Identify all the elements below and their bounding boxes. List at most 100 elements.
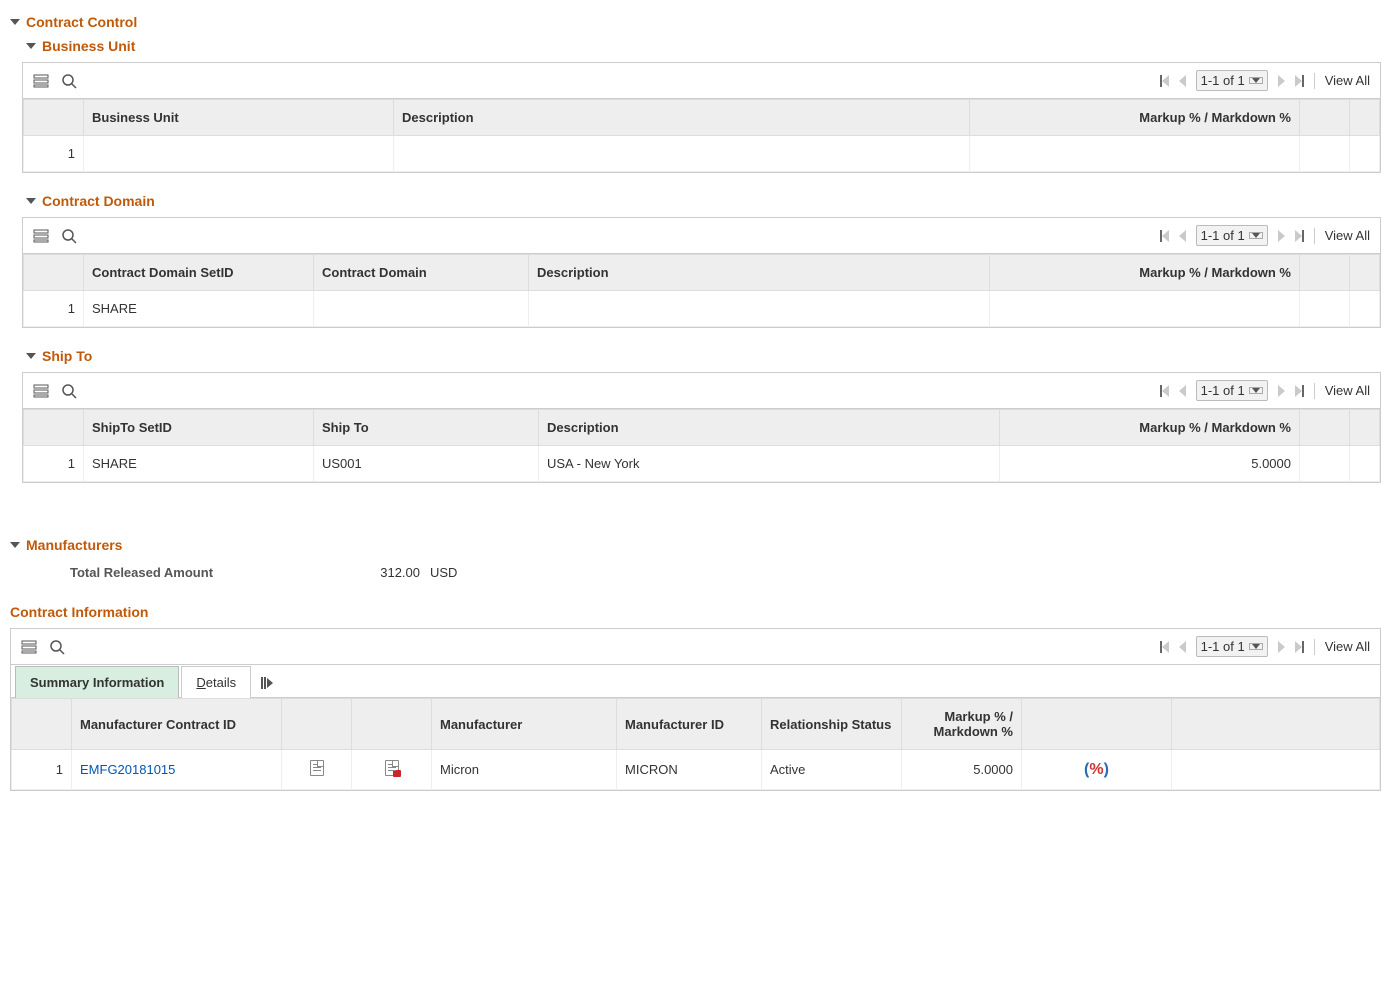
first-page-icon[interactable] [1160, 230, 1169, 242]
cell-action1[interactable] [1300, 136, 1350, 172]
pager-select[interactable]: 1-1 of 1 [1196, 70, 1268, 91]
cell-business-unit[interactable] [84, 136, 394, 172]
col-business-unit[interactable]: Business Unit [84, 100, 394, 136]
col-markup[interactable]: Markup % / Markdown % [970, 100, 1300, 136]
table-row: 1 [24, 136, 1380, 172]
divider [1314, 73, 1315, 89]
search-icon[interactable] [61, 383, 77, 399]
col-description[interactable]: Description [394, 100, 970, 136]
col-contract-id[interactable]: Manufacturer Contract ID [72, 699, 282, 750]
divider [1314, 383, 1315, 399]
cell-action2[interactable] [1350, 446, 1380, 482]
col-setid[interactable]: Contract Domain SetID [84, 255, 314, 291]
next-page-icon[interactable] [1278, 641, 1285, 653]
first-page-icon[interactable] [1160, 641, 1169, 653]
prev-page-icon[interactable] [1179, 75, 1186, 87]
document-alert-icon [385, 760, 399, 776]
prev-page-icon[interactable] [1179, 385, 1186, 397]
divider [1314, 639, 1315, 655]
pager-select[interactable]: 1-1 of 1 [1196, 380, 1268, 401]
last-page-icon[interactable] [1295, 230, 1304, 242]
cell-setid: SHARE [84, 291, 314, 327]
contract-id-link[interactable]: EMFG20181015 [80, 762, 175, 777]
section-header-ship-to[interactable]: Ship To [26, 344, 1381, 368]
col-relationship-status[interactable]: Relationship Status [762, 699, 902, 750]
cell-markup[interactable] [970, 136, 1300, 172]
cell-action2[interactable] [1350, 136, 1380, 172]
search-icon[interactable] [61, 228, 77, 244]
section-header-contract-domain[interactable]: Contract Domain [26, 189, 1381, 213]
last-page-icon[interactable] [1295, 641, 1304, 653]
col-domain[interactable]: Contract Domain [314, 255, 529, 291]
col-markup[interactable]: Markup % / Markdown % [990, 255, 1300, 291]
tab-details[interactable]: Details [181, 666, 251, 698]
cell-action1[interactable] [1300, 291, 1350, 327]
tab-label-rest: etails [206, 675, 236, 690]
cell-contract-id[interactable]: EMFG20181015 [72, 750, 282, 790]
col-description[interactable]: Description [539, 410, 1000, 446]
view-all-link[interactable]: View All [1325, 639, 1370, 654]
collapse-icon [26, 353, 36, 359]
tab-label: Summary Information [30, 675, 164, 690]
search-icon[interactable] [49, 639, 65, 655]
personalize-icon[interactable] [33, 73, 49, 89]
cell-document-icon[interactable] [282, 750, 352, 790]
pager-select[interactable]: 1-1 of 1 [1196, 225, 1268, 246]
contract-information-grid: 1-1 of 1 View All Summary Information De… [10, 628, 1381, 791]
col-description[interactable]: Description [529, 255, 990, 291]
cell-description [394, 136, 970, 172]
next-page-icon[interactable] [1278, 385, 1285, 397]
pager-select[interactable]: 1-1 of 1 [1196, 636, 1268, 657]
view-all-link[interactable]: View All [1325, 73, 1370, 88]
cell-markup[interactable] [990, 291, 1300, 327]
cell-percent-icon[interactable]: (%) [1022, 750, 1172, 790]
col-manufacturer-id[interactable]: Manufacturer ID [617, 699, 762, 750]
collapse-icon [10, 542, 20, 548]
section-header-business-unit[interactable]: Business Unit [26, 34, 1381, 58]
last-page-icon[interactable] [1295, 75, 1304, 87]
next-page-icon[interactable] [1278, 230, 1285, 242]
cell-markup[interactable]: 5.0000 [902, 750, 1022, 790]
prev-page-icon[interactable] [1179, 230, 1186, 242]
business-unit-grid: 1-1 of 1 View All Business Unit Descript… [22, 62, 1381, 173]
cell-action1[interactable] [1300, 446, 1350, 482]
col-shipto[interactable]: Ship To [314, 410, 539, 446]
cell-markup[interactable]: 5.0000 [1000, 446, 1300, 482]
first-page-icon[interactable] [1160, 385, 1169, 397]
table-row: 1 SHARE US001 USA - New York 5.0000 [24, 446, 1380, 482]
cell-domain[interactable] [314, 291, 529, 327]
section-header-contract-control[interactable]: Contract Control [10, 10, 1381, 34]
view-all-link[interactable]: View All [1325, 228, 1370, 243]
grid-tabs: Summary Information Details [11, 665, 1380, 698]
percent-swap-icon: (%) [1084, 761, 1109, 778]
prev-page-icon[interactable] [1179, 641, 1186, 653]
search-icon[interactable] [61, 73, 77, 89]
next-page-icon[interactable] [1278, 75, 1285, 87]
col-manufacturer[interactable]: Manufacturer [432, 699, 617, 750]
section-title: Ship To [42, 348, 92, 364]
contract-information-heading: Contract Information [10, 600, 1381, 624]
cell-manufacturer-id: MICRON [617, 750, 762, 790]
cell-action2[interactable] [1350, 291, 1380, 327]
view-all-link[interactable]: View All [1325, 383, 1370, 398]
col-setid[interactable]: ShipTo SetID [84, 410, 314, 446]
personalize-icon[interactable] [33, 383, 49, 399]
col-action1 [1300, 410, 1350, 446]
first-page-icon[interactable] [1160, 75, 1169, 87]
collapse-icon [26, 198, 36, 204]
cell-document-alert-icon[interactable] [352, 750, 432, 790]
cell-description: USA - New York [539, 446, 1000, 482]
personalize-icon[interactable] [33, 228, 49, 244]
personalize-icon[interactable] [21, 639, 37, 655]
col-markup[interactable]: Markup % / Markdown % [902, 699, 1022, 750]
col-action2 [1350, 410, 1380, 446]
pager-range: 1-1 of 1 [1201, 383, 1245, 398]
cell-shipto: US001 [314, 446, 539, 482]
tab-summary-information[interactable]: Summary Information [15, 666, 179, 698]
col-markup[interactable]: Markup % / Markdown % [1000, 410, 1300, 446]
grid-toolbar: 1-1 of 1 View All [11, 629, 1380, 665]
show-all-columns-icon[interactable] [253, 669, 281, 697]
last-page-icon[interactable] [1295, 385, 1304, 397]
pager-range: 1-1 of 1 [1201, 228, 1245, 243]
section-header-manufacturers[interactable]: Manufacturers [10, 533, 1381, 557]
